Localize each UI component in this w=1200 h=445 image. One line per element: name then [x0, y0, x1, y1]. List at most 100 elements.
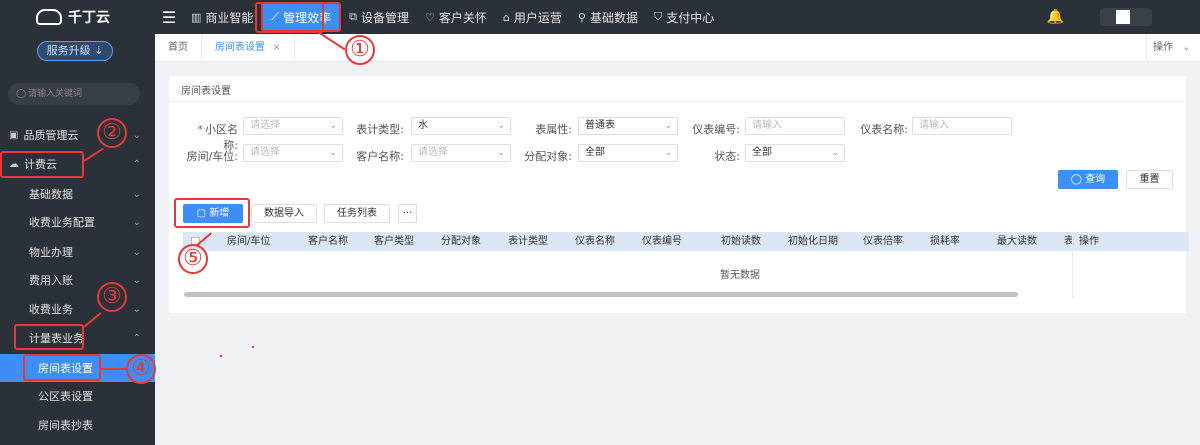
meter-name-input[interactable]: 请输入 — [912, 117, 1012, 135]
column-header[interactable]: 仪表倍率 — [863, 232, 903, 251]
brand-logo[interactable]: 千丁云 — [0, 0, 155, 34]
room-select[interactable]: 请选择 ⌄ — [243, 144, 343, 162]
status-label: 状态: — [714, 150, 740, 163]
reset-button[interactable]: 重置 — [1126, 170, 1173, 189]
cloud-logo-icon — [36, 9, 62, 25]
chevron-down-icon: ⌄ — [132, 216, 141, 228]
device-icon: ⧉ — [349, 10, 357, 23]
sidebar-item-public-meter-settings[interactable]: 公区表设置 — [0, 382, 155, 410]
alloc-label: 分配对象: — [524, 150, 572, 163]
sidebar-item-label: 收费业务 — [29, 303, 73, 316]
stray-dot — [220, 355, 222, 357]
nav-item-customer-care[interactable]: ♡ 客户关怀 — [417, 0, 495, 34]
sidebar-item-property-handling[interactable]: 物业办理 ⌄ — [0, 238, 155, 266]
tab-room-meter-settings[interactable]: 房间表设置 × — [202, 34, 295, 62]
room-label: 房间/车位: — [186, 150, 238, 163]
nav-item-payment-center[interactable]: ⛉ 支付中心 — [646, 0, 722, 34]
panel-divider — [169, 101, 1186, 102]
column-header[interactable]: 初始化日期 — [788, 232, 838, 251]
annotation-box-add — [174, 198, 250, 228]
meter-type-select[interactable]: 水 ⌄ — [411, 117, 511, 135]
nav-item-device-management[interactable]: ⧉ 设备管理 — [341, 0, 417, 34]
tab-operations-menu[interactable]: 操作 ⌄ — [1146, 34, 1200, 62]
nav-item-label: 商业智能 — [205, 10, 254, 25]
sidebar-search-input[interactable]: ◯ 请输入关键词 — [8, 83, 140, 105]
column-header[interactable]: 损耗率 — [930, 232, 960, 251]
sidebar-item-basic-data[interactable]: 基础数据 ⌄ — [0, 180, 155, 208]
close-icon[interactable]: × — [272, 42, 280, 53]
customer-select[interactable]: 请选择 ⌄ — [411, 144, 511, 162]
meter-name-label: 仪表名称: — [860, 123, 908, 136]
column-header[interactable]: 仪表名称 — [575, 232, 615, 251]
chevron-down-icon: ⌄ — [132, 274, 141, 286]
chevron-down-icon: ⌄ — [132, 188, 141, 200]
sidebar-item-label: 物业办理 — [29, 246, 73, 259]
chevron-down-icon: ⌄ — [664, 148, 672, 158]
column-header[interactable]: 房间/车位 — [227, 232, 270, 251]
column-header[interactable]: 客户类型 — [374, 232, 414, 251]
sidebar-item-fee-business[interactable]: 收费业务 ⌄ — [0, 295, 155, 323]
column-header[interactable]: 仪表编号 — [642, 232, 682, 251]
search-icon: ◯ — [16, 89, 27, 99]
table-header: 房间/车位 客户名称 客户类型 分配对象 表计类型 仪表名称 仪表编号 初始读数… — [183, 232, 1189, 251]
column-header[interactable]: 初始读数 — [721, 232, 761, 251]
sidebar-item-quality-cloud[interactable]: ▣ 品质管理云 ⌄ — [0, 121, 155, 149]
horizontal-scrollbar[interactable] — [184, 292, 1018, 297]
bell-icon[interactable]: 🔔 — [1047, 9, 1064, 25]
menu-toggle-icon[interactable]: ☰ — [155, 8, 183, 27]
nav-item-label: 用户运营 — [513, 10, 562, 25]
meter-type-label: 表计类型: — [356, 123, 404, 136]
main-panel: 房间表设置 — [169, 76, 1186, 313]
nav-item-business-intelligence[interactable]: ▥ 商业智能 — [183, 0, 261, 34]
search-icon: ◯ — [1070, 174, 1082, 185]
service-upgrade-button[interactable]: 服务升级 ⇣ — [37, 41, 113, 61]
shield-icon: ⛉ — [653, 10, 663, 23]
nav-item-basic-data[interactable]: ⚲ 基础数据 — [570, 0, 646, 34]
alloc-select[interactable]: 全部 ⌄ — [578, 144, 678, 162]
sidebar-item-fee-config[interactable]: 收费业务配置 ⌄ — [0, 208, 155, 236]
user-menu[interactable] — [1100, 8, 1152, 26]
sidebar-item-fee-posting[interactable]: 费用入账 ⌄ — [0, 266, 155, 294]
community-select[interactable]: 请选择 ⌄ — [243, 117, 343, 135]
sidebar-item-label: 费用入账 — [29, 274, 73, 287]
nav-item-label: 基础数据 — [589, 10, 638, 25]
chevron-down-icon: ⌄ — [329, 121, 337, 131]
status-select[interactable]: 全部 ⌄ — [745, 144, 845, 162]
chevron-down-icon: ⌄ — [497, 121, 505, 131]
annotation-number-1: ① — [345, 35, 375, 65]
search-placeholder: 请输入关键词 — [28, 89, 83, 99]
chevron-up-icon: ⌃ — [132, 158, 141, 170]
meter-no-input[interactable]: 请输入 — [745, 117, 845, 135]
top-navbar: 千丁云 ☰ ▥ 商业智能 ⟋ 管理效率 ⧉ 设备管理 ♡ 客户关怀 ⌂ 用户运营… — [0, 0, 1200, 34]
avatar — [1116, 10, 1130, 24]
upgrade-label: 服务升级 — [46, 44, 91, 57]
sidebar-item-label: 品质管理云 — [23, 129, 79, 142]
meter-attr-select[interactable]: 普通表 ⌄ — [578, 117, 678, 135]
nav-item-user-operations[interactable]: ⌂ 用户运营 — [495, 0, 570, 34]
bar-chart-icon: ▥ — [191, 10, 202, 24]
query-button[interactable]: ◯ 查询 — [1058, 170, 1118, 189]
annotation-number-2: ② — [97, 118, 127, 148]
users-icon: ⌂ — [502, 10, 510, 24]
more-button[interactable]: ··· — [398, 204, 417, 223]
column-header[interactable]: 分配对象 — [441, 232, 481, 251]
meter-attr-label: 表属性: — [535, 123, 572, 136]
sidebar-item-room-meter-reading[interactable]: 房间表抄表 — [0, 411, 155, 439]
tab-home[interactable]: 首页 — [155, 34, 202, 62]
column-header[interactable]: 最大读数 — [997, 232, 1037, 251]
chevron-down-icon: ⌄ — [329, 148, 337, 158]
column-header[interactable]: 表计类型 — [508, 232, 548, 251]
chevron-down-icon: ⌄ — [132, 246, 141, 258]
tab-bar: 首页 房间表设置 × 操作 ⌄ — [155, 34, 1200, 62]
stray-dot — [252, 346, 254, 348]
nav-item-label: 支付中心 — [666, 10, 715, 25]
chevron-down-icon: ⌄ — [497, 148, 505, 158]
brand-name: 千丁云 — [68, 10, 110, 26]
annotation-box-meter-business — [14, 324, 84, 350]
heart-icon: ♡ — [425, 10, 435, 24]
quality-icon: ▣ — [9, 129, 19, 141]
annotation-box-nav — [255, 2, 324, 33]
data-import-button[interactable]: 数据导入 — [251, 204, 317, 223]
task-list-button[interactable]: 任务列表 — [324, 204, 390, 223]
column-header[interactable]: 客户名称 — [308, 232, 348, 251]
